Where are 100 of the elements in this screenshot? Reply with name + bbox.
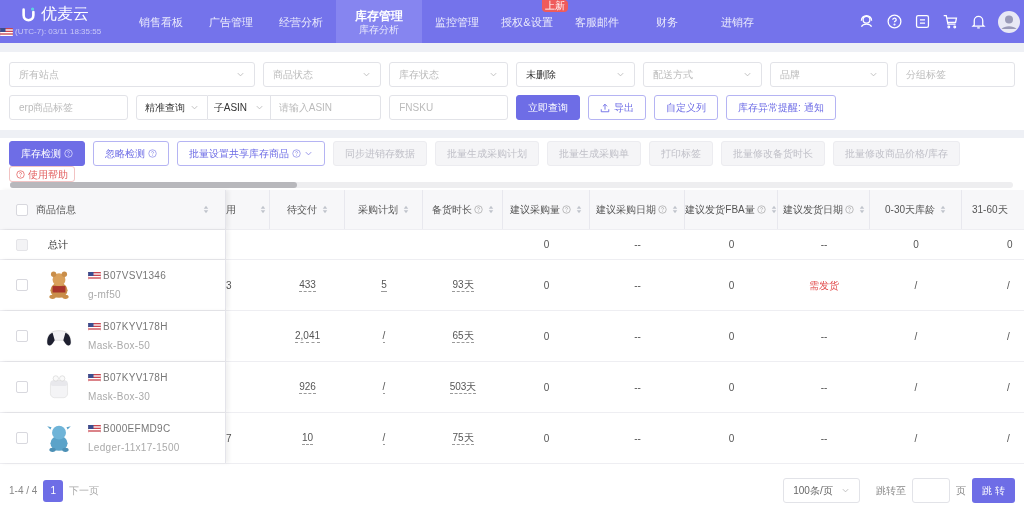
table-cell: / — [382, 431, 386, 445]
select-field[interactable]: 未删除 — [516, 62, 635, 87]
table-cell-text: -- — [634, 238, 641, 252]
sort-icon — [403, 205, 409, 214]
sku-text: Ledger-11x17-1500 — [88, 441, 180, 455]
nav-tab[interactable]: 广告管理 — [205, 11, 257, 32]
avatar-icon[interactable] — [998, 10, 1020, 33]
column-title: 建议发货日期 — [782, 203, 843, 217]
chevron-icon — [489, 70, 498, 79]
asin-link[interactable]: B07KYV178H — [103, 370, 168, 385]
column-title: 采购计划 — [358, 203, 398, 217]
asin-link[interactable]: B000EFMD9C — [103, 421, 171, 436]
page-size-select[interactable]: 100条/页 — [783, 478, 861, 503]
table-cell-text: 0 — [728, 431, 735, 446]
column-title: 备货时长 — [431, 203, 472, 217]
table-cell-text: / — [914, 380, 918, 395]
checkbox[interactable] — [16, 203, 28, 216]
help-icon[interactable] — [886, 13, 903, 30]
chevron-icon — [869, 70, 879, 79]
page-unit: 页 — [956, 484, 967, 498]
page-range: 1-4 / 4 — [9, 484, 38, 498]
help-icon — [292, 149, 301, 158]
table-cell-text: -- — [820, 380, 828, 395]
nav-tab[interactable]: 授权&设置 — [497, 11, 557, 32]
chevron-icon — [742, 70, 752, 79]
chevron-icon — [189, 103, 199, 112]
checkbox[interactable] — [16, 330, 28, 342]
total-label: 总计 — [48, 238, 68, 252]
help-link[interactable]: 使用帮助 — [9, 166, 75, 182]
help-icon — [473, 205, 483, 214]
jump-button[interactable]: 跳 转 — [972, 478, 1015, 503]
table-cell-text: / — [914, 278, 918, 293]
logo-icon — [22, 6, 35, 22]
table-cell-text: 需发货 — [809, 278, 839, 293]
checkbox[interactable] — [16, 279, 28, 291]
page-input[interactable] — [912, 478, 951, 503]
nav-subtitle: 库存分析 — [359, 23, 399, 35]
help-icon — [64, 149, 73, 158]
action-button[interactable]: 库存异常提醒: 通知 — [726, 95, 836, 120]
sort-icon — [576, 205, 582, 214]
table-cell-text: 0 — [543, 238, 550, 252]
table-cell-text: -- — [634, 329, 641, 344]
scrollbar[interactable] — [10, 182, 1013, 188]
logo-text: 优麦云 — [41, 5, 89, 23]
asin-link[interactable]: B07KYV178H — [103, 319, 168, 334]
checkbox[interactable] — [16, 381, 28, 393]
table-cell-text: / — [1007, 431, 1010, 446]
table-cell-text: 0 — [913, 238, 919, 252]
table-cell-text: 7 — [226, 431, 232, 446]
nav-tab[interactable]: 库存管理 库存分析 — [336, 0, 422, 43]
nav-tab[interactable]: 财务 — [652, 11, 682, 32]
search-button[interactable]: 立即查询 — [516, 95, 580, 120]
sku-text: g-mf50 — [88, 288, 122, 302]
table-cell: 93天 — [452, 278, 474, 292]
checkbox[interactable] — [16, 432, 28, 444]
cart-icon[interactable] — [942, 13, 959, 30]
sort-icon — [672, 205, 678, 214]
toolbar-button[interactable]: 批量设置共享库存商品 — [177, 141, 325, 166]
table-cell-text: 0 — [543, 380, 550, 395]
toolbar-button[interactable]: 忽略检测 — [93, 141, 169, 166]
table-cell-text: 0 — [543, 431, 550, 446]
sort-icon — [203, 205, 209, 214]
nav-tab[interactable]: 进销存 — [716, 11, 758, 32]
table-cell-text: / — [914, 329, 918, 344]
timezone-clock: (UTC-7): 03/11 18:35:55 — [15, 26, 102, 38]
table-cell-text: 3 — [226, 278, 232, 293]
sort-icon — [487, 205, 494, 214]
message-icon[interactable] — [914, 13, 931, 30]
chevron-icon — [615, 70, 625, 79]
scrollbar-thumb[interactable] — [10, 182, 297, 188]
table-cell-text: 0 — [1007, 238, 1013, 252]
table-cell-text: -- — [634, 278, 641, 293]
table-cell-text: 0 — [728, 278, 735, 293]
nav-tab[interactable]: 销售看板 — [135, 11, 187, 32]
asin-link[interactable]: B07VSV1346 — [103, 268, 167, 283]
table-cell: 5 — [381, 278, 387, 292]
select-field[interactable]: 子ASIN — [207, 95, 271, 120]
flag-icon — [88, 322, 101, 331]
input-field[interactable]: 请输入ASIN — [270, 95, 382, 120]
table-cell: 2,041 — [295, 329, 320, 343]
table-cell: / — [382, 380, 386, 394]
flag-icon — [88, 424, 101, 433]
column-title: 建议发货FBA量 — [685, 203, 755, 217]
table-cell-text: / — [1007, 380, 1010, 395]
column-header[interactable]: 建议发货FBA量 — [685, 190, 778, 229]
action-button[interactable]: 自定义列 — [654, 95, 718, 120]
nav-tab[interactable]: 经营分析 — [275, 11, 327, 32]
page-button[interactable]: 1 — [43, 479, 64, 502]
toolbar-button[interactable]: 库存检测 — [9, 141, 85, 166]
bell-icon[interactable] — [970, 13, 987, 30]
nav-tab[interactable]: 客服邮件 — [571, 11, 623, 32]
headset-icon[interactable] — [858, 13, 875, 30]
nav-tab[interactable]: 监控管理 — [431, 11, 483, 32]
chevron-icon — [841, 486, 851, 495]
jump-label: 跳转至 — [876, 484, 907, 498]
column-title: 0-30天库龄 — [885, 203, 935, 217]
select-field[interactable]: 精准查询 — [135, 95, 208, 120]
chevron-icon — [254, 103, 264, 112]
help-icon — [844, 205, 854, 214]
export-button[interactable]: 导出 — [588, 95, 646, 120]
